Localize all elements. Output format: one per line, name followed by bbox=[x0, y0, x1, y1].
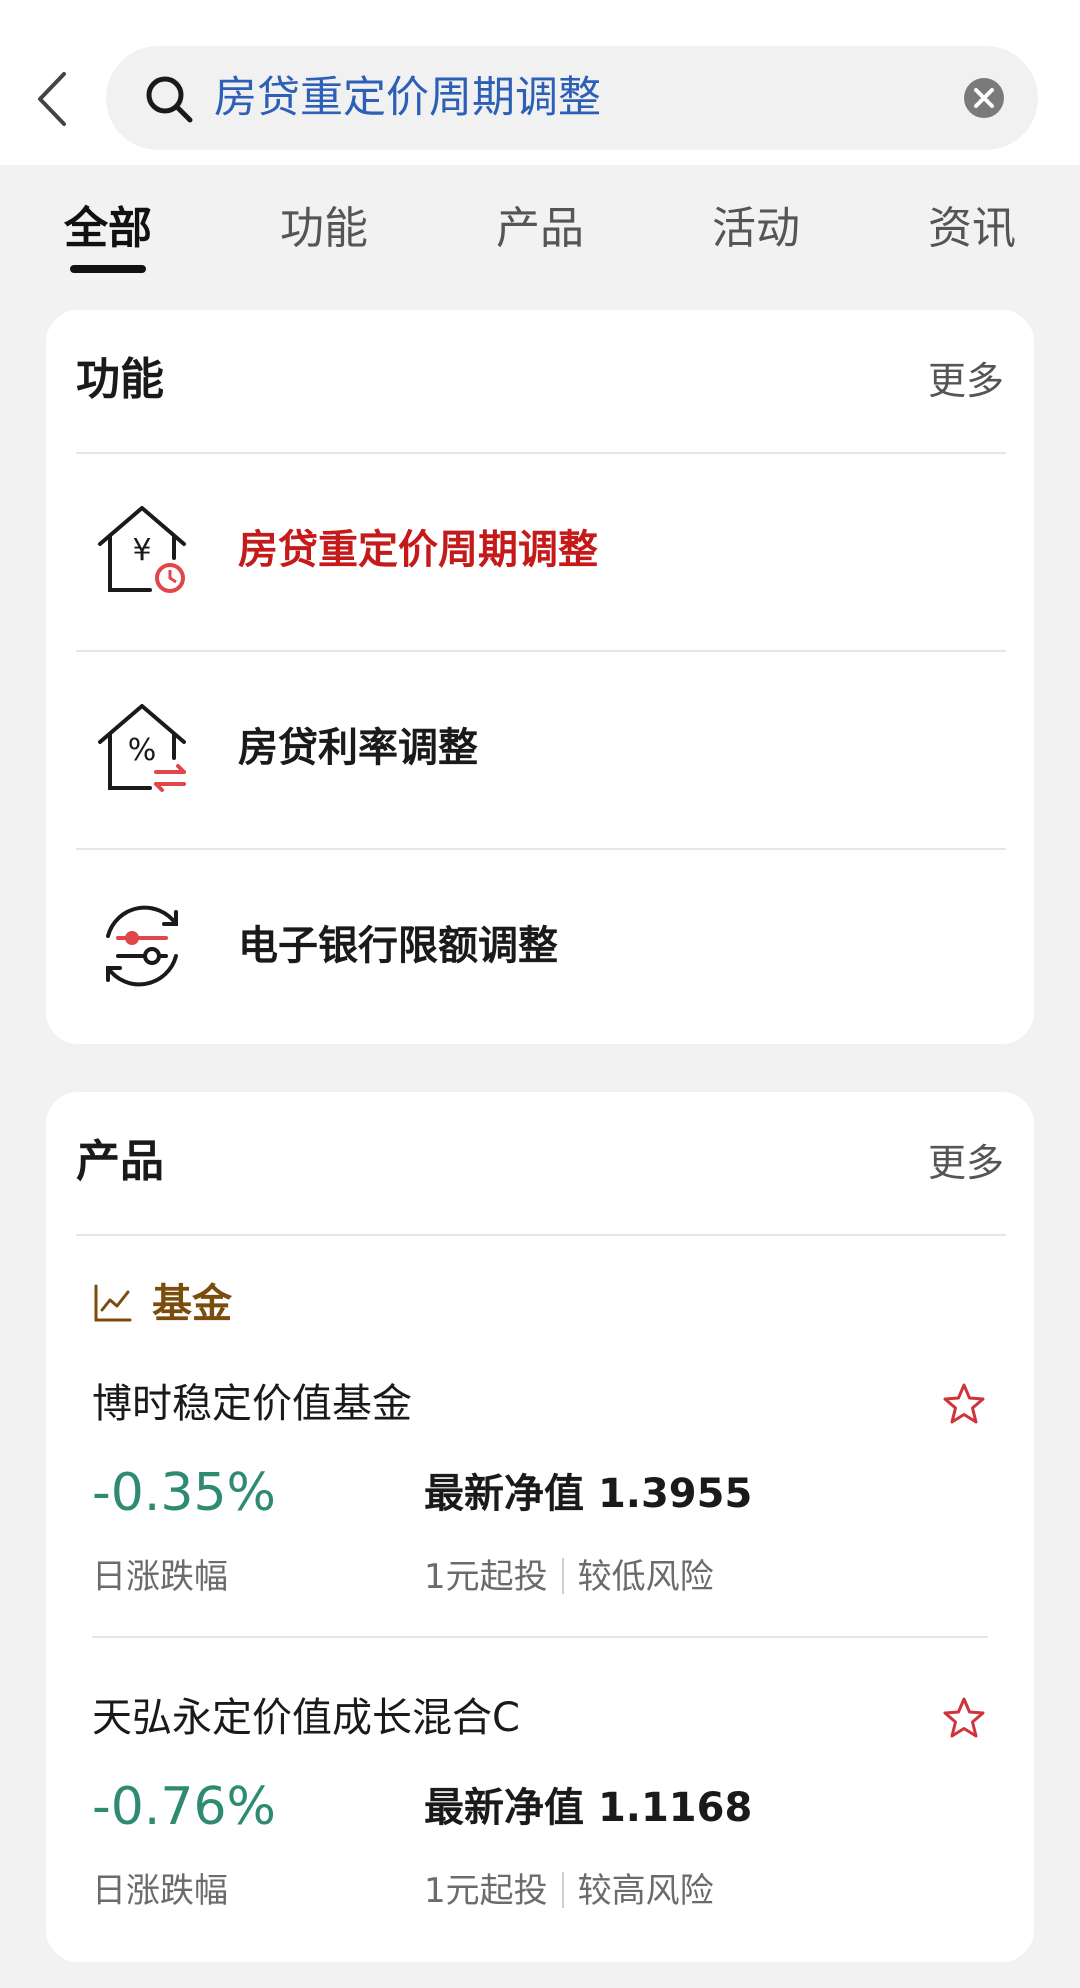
divider bbox=[76, 1234, 1006, 1236]
search-input[interactable] bbox=[214, 64, 934, 132]
nav-label: 最新净值 bbox=[424, 1785, 584, 1831]
fund-daily-change: -0.76% bbox=[92, 1777, 276, 1837]
function-item-mortgage-repricing[interactable]: ¥ 房贷重定价周期调整 bbox=[46, 454, 1034, 650]
min-invest-tag: 1元起投 bbox=[424, 1557, 548, 1597]
fund-change-label: 日涨跌幅 bbox=[92, 1557, 228, 1597]
fund-tags: 1元起投 较高风险 bbox=[424, 1866, 714, 1916]
fund-item[interactable]: 天弘永定价值成长混合C -0.76% 最新净值 1.1168 日涨跌幅 1元起投… bbox=[46, 1688, 1034, 1988]
star-icon[interactable] bbox=[942, 1696, 986, 1740]
tab-news[interactable]: 资讯 bbox=[902, 199, 1042, 259]
fund-nav: 最新净值 1.1168 bbox=[424, 1778, 752, 1838]
trend-chart-icon bbox=[94, 1284, 132, 1322]
section-title: 产品 bbox=[76, 1136, 164, 1187]
functions-card: 功能 更多 ¥ 房贷重定价周期调整 % 房贷利率调整 电子银行限额调整 bbox=[46, 310, 1034, 1044]
tab-products[interactable]: 产品 bbox=[470, 199, 610, 259]
house-yuan-clock-icon: ¥ bbox=[98, 506, 186, 593]
risk-tag: 较高风险 bbox=[577, 1871, 714, 1911]
svg-text:¥: ¥ bbox=[132, 533, 151, 568]
fund-name: 天弘永定价值成长混合C bbox=[92, 1695, 520, 1741]
function-item-ebank-limit[interactable]: 电子银行限额调整 bbox=[46, 850, 1034, 1046]
function-label: 电子银行限额调整 bbox=[238, 923, 558, 969]
clear-icon[interactable] bbox=[962, 76, 1006, 120]
function-item-mortgage-rate[interactable]: % 房贷利率调整 bbox=[46, 652, 1034, 848]
fund-change-label: 日涨跌幅 bbox=[92, 1871, 228, 1911]
fund-daily-change: -0.35% bbox=[92, 1463, 276, 1523]
products-card: 产品 更多 基金 博时稳定价值基金 -0.35% 最新净值 1.3955 日涨跌… bbox=[46, 1092, 1034, 1962]
chevron-left-icon bbox=[38, 72, 66, 126]
active-tab-indicator bbox=[70, 265, 146, 273]
nav-value: 1.1168 bbox=[597, 1785, 753, 1831]
min-invest-tag: 1元起投 bbox=[424, 1871, 548, 1911]
limit-adjust-cycle-icon bbox=[106, 905, 178, 987]
fund-tags: 1元起投 较低风险 bbox=[424, 1552, 714, 1602]
search-box[interactable] bbox=[106, 46, 1038, 150]
tab-all[interactable]: 全部 bbox=[38, 199, 178, 259]
more-link[interactable]: 更多 bbox=[928, 1136, 1004, 1190]
nav-value: 1.3955 bbox=[597, 1471, 753, 1517]
divider bbox=[92, 1636, 988, 1638]
function-label: 房贷重定价周期调整 bbox=[238, 527, 598, 573]
result-tabs: 全部 功能 产品 活动 资讯 bbox=[0, 165, 1080, 285]
tab-activities[interactable]: 活动 bbox=[686, 199, 826, 259]
more-link[interactable]: 更多 bbox=[928, 354, 1004, 408]
svg-text:%: % bbox=[128, 733, 157, 768]
nav-label: 最新净值 bbox=[424, 1471, 584, 1517]
fund-name: 博时稳定价值基金 bbox=[92, 1381, 412, 1427]
function-label: 房贷利率调整 bbox=[238, 725, 478, 771]
section-title: 功能 bbox=[76, 354, 164, 405]
tag-separator bbox=[561, 1558, 564, 1594]
fund-item[interactable]: 博时稳定价值基金 -0.35% 最新净值 1.3955 日涨跌幅 1元起投 较低风… bbox=[46, 1374, 1034, 1674]
fund-category-label: 基金 bbox=[152, 1281, 232, 1327]
fund-nav: 最新净值 1.3955 bbox=[424, 1464, 752, 1524]
tag-separator bbox=[561, 1872, 564, 1908]
back-button[interactable] bbox=[30, 64, 80, 134]
tab-functions[interactable]: 功能 bbox=[254, 199, 394, 259]
risk-tag: 较低风险 bbox=[577, 1557, 714, 1597]
star-icon[interactable] bbox=[942, 1382, 986, 1426]
search-header bbox=[0, 0, 1080, 165]
search-icon bbox=[146, 76, 193, 123]
house-percent-exchange-icon: % bbox=[98, 704, 186, 792]
